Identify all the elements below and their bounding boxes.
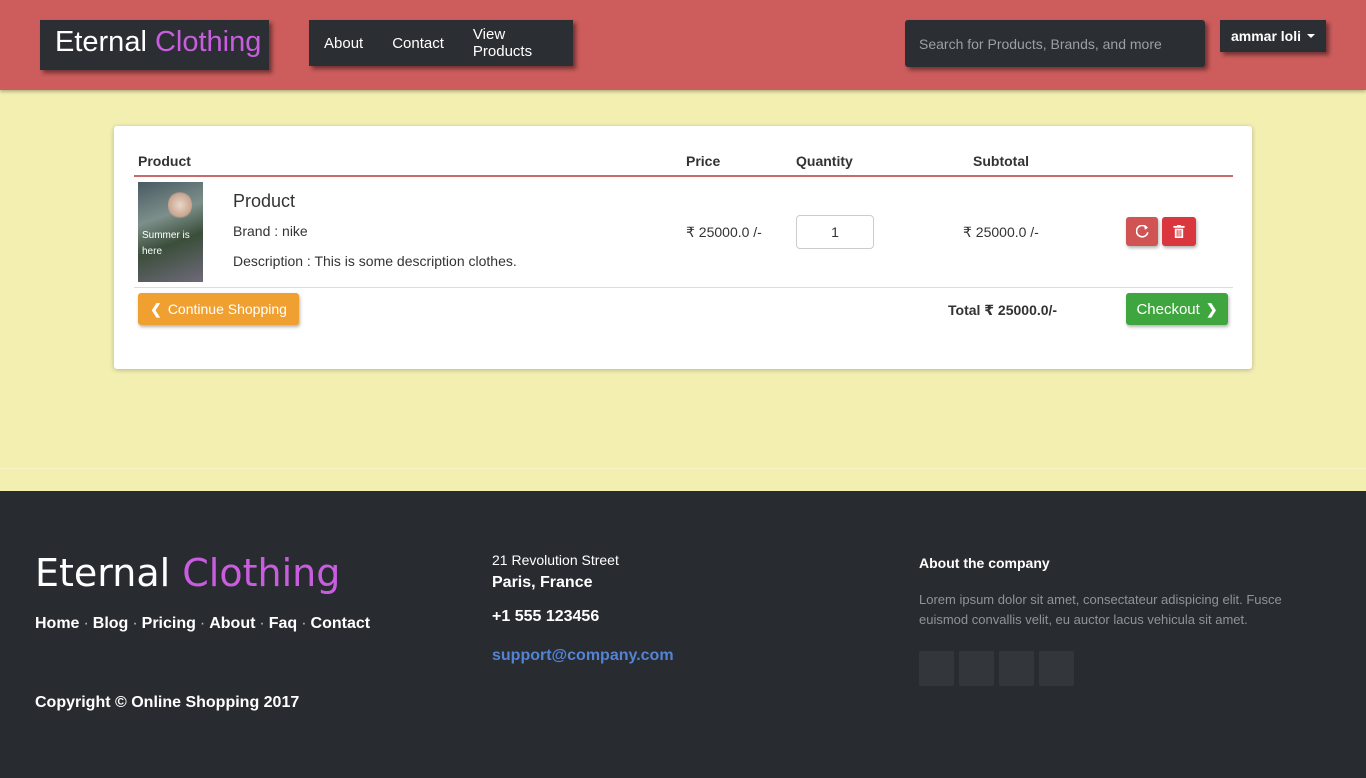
product-name: Product	[233, 191, 296, 211]
social-icon-1[interactable]	[919, 651, 954, 686]
brand-text-clothing: Clothing	[154, 26, 262, 58]
footer-link-faq[interactable]: Faq	[269, 615, 297, 632]
product-brand: Brand : nike	[233, 223, 308, 239]
social-icons	[919, 651, 1074, 686]
delete-item-button[interactable]	[1162, 217, 1196, 246]
product-description: Description : This is some description c…	[233, 253, 517, 269]
thumbnail-caption: Summer is here	[142, 230, 190, 257]
social-icon-3[interactable]	[999, 651, 1034, 686]
footer-about-heading: About the company	[919, 555, 1050, 571]
footer-street: 21 Revolution Street	[492, 552, 619, 568]
footer-link-about[interactable]: About	[209, 615, 255, 632]
quantity-input[interactable]	[796, 215, 874, 249]
social-icon-4[interactable]	[1039, 651, 1074, 686]
footer-brand: Eternal Clothing	[35, 551, 340, 595]
social-icon-2[interactable]	[959, 651, 994, 686]
top-navbar: Eternal Clothing About Contact View Prod…	[0, 0, 1366, 90]
footer-city: Paris, France	[492, 574, 593, 591]
brand-logo[interactable]: Eternal Clothing	[40, 20, 269, 70]
footer-link-pricing[interactable]: Pricing	[142, 615, 196, 632]
user-name: ammar loli	[1230, 28, 1302, 44]
cart-total: Total ₹ 25000.0/-	[948, 302, 1058, 318]
chevron-left-icon: ❮	[150, 300, 162, 317]
footer-about-text: Lorem ipsum dolor sit amet, consectateur…	[919, 592, 1282, 627]
checkout-label: Checkout	[1136, 300, 1200, 318]
nav-contact[interactable]: Contact	[377, 35, 444, 52]
column-header-quantity: Quantity	[796, 153, 853, 169]
footer-link-contact[interactable]: Contact	[311, 615, 371, 632]
footer-brand-clothing: Clothing	[182, 551, 341, 595]
user-menu-dropdown[interactable]: ammar loli	[1220, 20, 1326, 52]
caret-down-icon	[1307, 34, 1316, 38]
footer-email-link[interactable]: support@company.com	[492, 647, 674, 665]
nav-view-products[interactable]: View Products	[458, 26, 559, 60]
continue-shopping-label: Continue Shopping	[167, 301, 287, 317]
column-header-subtotal: Subtotal	[973, 153, 1029, 169]
footer-copyright: Copyright © Online Shopping 2017	[35, 694, 300, 711]
footer-brand-eternal: Eternal	[35, 551, 171, 595]
nav-about[interactable]: About	[309, 35, 363, 52]
refresh-icon	[1135, 225, 1149, 238]
footer-link-blog[interactable]: Blog	[93, 615, 129, 632]
checkout-button[interactable]: Checkout ❯	[1126, 293, 1228, 325]
product-thumbnail[interactable]: Summer is here	[138, 182, 203, 282]
update-item-button[interactable]	[1126, 217, 1158, 246]
main-nav: About Contact View Products	[309, 20, 573, 66]
content-separator	[0, 468, 1366, 469]
continue-shopping-button[interactable]: ❮ Continue Shopping	[138, 293, 299, 325]
cart-panel: Product Price Quantity Subtotal Summer i…	[114, 126, 1252, 369]
chevron-right-icon: ❯	[1205, 300, 1218, 317]
product-subtotal: ₹ 25000.0 /-	[963, 224, 1039, 240]
row-divider	[134, 287, 1233, 288]
search-input[interactable]	[905, 20, 1205, 67]
column-header-product: Product	[138, 153, 191, 169]
column-header-price: Price	[686, 153, 721, 169]
footer-phone: +1 555 123456	[492, 608, 600, 625]
trash-icon	[1173, 225, 1185, 238]
header-divider	[134, 175, 1233, 177]
product-price: ₹ 25000.0 /-	[686, 224, 762, 240]
brand-text-eternal: Eternal	[55, 26, 147, 58]
footer-link-home[interactable]: Home	[35, 615, 79, 632]
footer: Eternal Clothing Home · Blog · Pricing · About…	[0, 491, 1366, 778]
footer-links: Home · Blog · Pricing · About · Faq · Contact	[35, 615, 371, 632]
